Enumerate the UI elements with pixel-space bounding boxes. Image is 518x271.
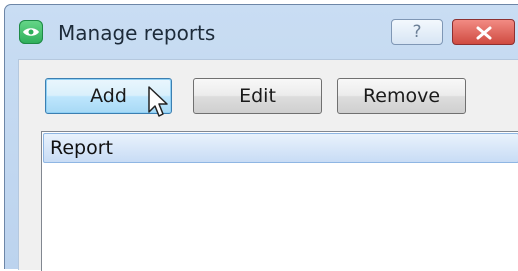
remove-button[interactable]: Remove xyxy=(337,78,466,114)
list-item[interactable]: Report xyxy=(43,133,518,163)
edit-button[interactable]: Edit xyxy=(193,78,322,114)
eye-icon xyxy=(23,28,39,36)
mouse-pointer-icon xyxy=(148,86,168,117)
close-icon xyxy=(476,26,492,40)
title-bar[interactable]: Manage reports ? xyxy=(5,5,518,57)
list-item-label: Report xyxy=(50,137,113,159)
window-title: Manage reports xyxy=(58,21,216,45)
eye-app-icon xyxy=(19,20,43,44)
help-button[interactable]: ? xyxy=(391,19,443,45)
reports-listbox[interactable]: Report xyxy=(41,131,518,271)
dialog-body: Add Edit Remove Report xyxy=(18,59,518,271)
manage-reports-window: Manage reports ? Add Edit Remove Report xyxy=(4,4,518,271)
close-button[interactable] xyxy=(452,19,515,45)
